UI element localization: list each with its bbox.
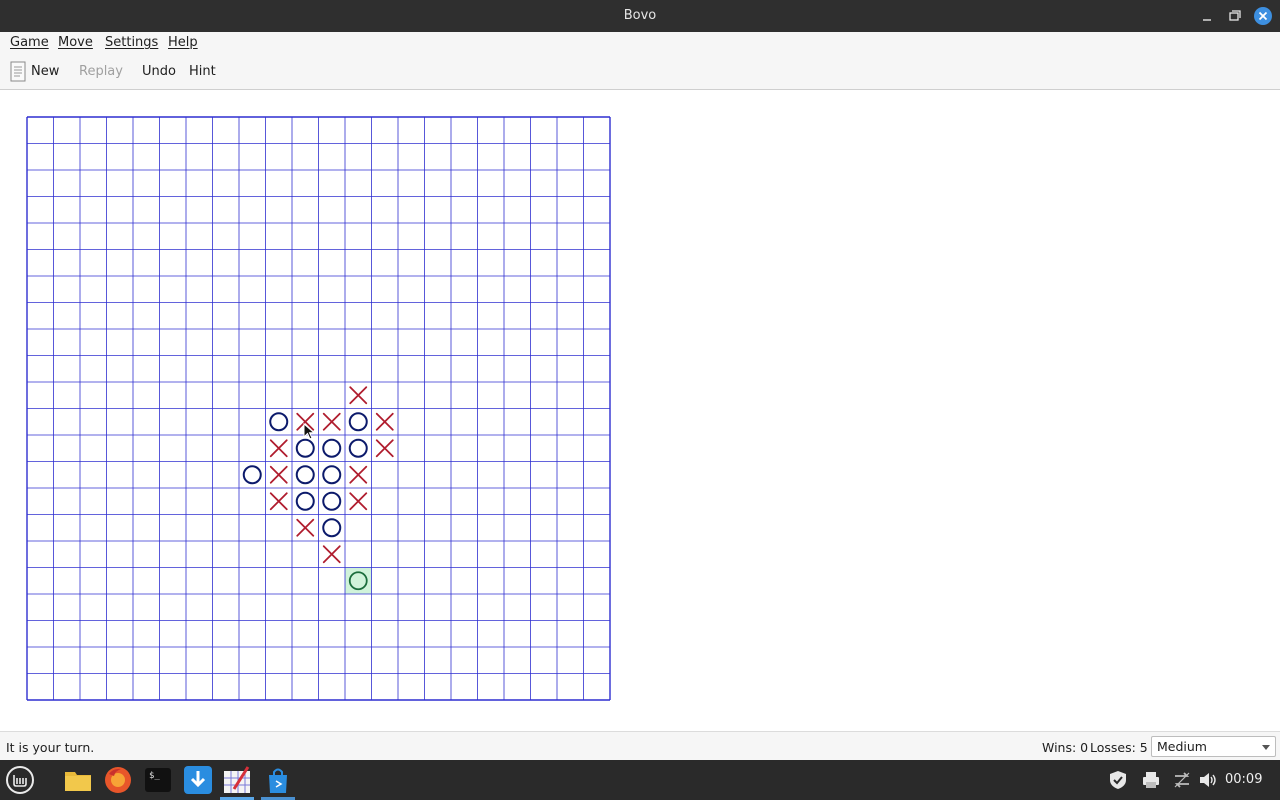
mint-logo-icon (6, 766, 34, 794)
replay-button[interactable]: Replay (79, 64, 123, 79)
x-mark (269, 465, 288, 484)
maximize-button[interactable] (1224, 6, 1244, 26)
network-tray[interactable] (1172, 770, 1192, 790)
difficulty-select[interactable]: Medium (1151, 736, 1276, 757)
taskbar: $_ 00:09 (0, 760, 1280, 800)
x-mark (269, 439, 288, 458)
menu-move[interactable]: Move (58, 35, 93, 50)
terminal-icon: $_ (145, 768, 171, 792)
files-launcher[interactable] (63, 765, 93, 795)
o-mark (322, 518, 342, 538)
mouse-cursor-icon (303, 423, 316, 440)
menu-settings[interactable]: Settings (105, 35, 158, 50)
clock[interactable]: 00:09 (1225, 772, 1262, 787)
x-mark (349, 465, 368, 484)
difficulty-value: Medium (1157, 739, 1207, 754)
o-mark (348, 412, 368, 432)
software-store-launcher[interactable] (263, 765, 293, 795)
firefox-launcher[interactable] (103, 765, 133, 795)
game-area (0, 90, 1280, 731)
wins-count: Wins: 0 (1042, 740, 1089, 755)
download-manager-launcher[interactable] (183, 765, 213, 795)
x-mark (322, 412, 341, 431)
undo-button[interactable]: Undo (142, 64, 176, 79)
title-bar: Bovo (0, 0, 1280, 32)
status-message: It is your turn. (6, 740, 95, 755)
svg-text:$_: $_ (149, 771, 160, 781)
game-board[interactable] (20, 110, 620, 710)
bovo-app-icon (224, 766, 250, 793)
shield-icon (1110, 771, 1126, 789)
hint-button[interactable]: Hint (189, 64, 216, 79)
x-mark (375, 412, 394, 431)
close-icon (1254, 7, 1272, 25)
o-mark (242, 465, 262, 485)
o-mark (295, 465, 315, 485)
new-button[interactable]: New (31, 64, 59, 79)
download-icon (184, 766, 212, 794)
window-title: Bovo (623, 8, 657, 23)
terminal-launcher[interactable]: $_ (143, 765, 173, 795)
menu-help[interactable]: Help (168, 35, 198, 50)
printer-tray[interactable] (1141, 770, 1161, 790)
bovo-taskbar-button[interactable] (222, 765, 252, 795)
menu-game[interactable]: Game (10, 35, 49, 50)
x-mark (375, 439, 394, 458)
firefox-icon (105, 767, 131, 793)
close-button[interactable] (1253, 6, 1273, 26)
status-bar: It is your turn. Wins: 0 Losses: 5 Mediu… (0, 731, 1280, 761)
toolbar: New Replay Undo Hint (0, 54, 1280, 90)
shopping-bag-icon (269, 768, 287, 793)
printer-icon (1143, 772, 1159, 788)
x-mark (322, 545, 341, 564)
o-mark (322, 438, 342, 458)
mint-menu-button[interactable] (5, 765, 35, 795)
o-mark (269, 412, 289, 432)
x-mark (296, 518, 315, 537)
x-mark (349, 492, 368, 511)
o-mark (348, 438, 368, 458)
restore-icon (1229, 10, 1241, 21)
chevron-down-icon (1262, 745, 1270, 750)
network-icon (1174, 772, 1190, 788)
losses-count: Losses: 5 (1090, 740, 1148, 755)
o-mark (295, 438, 315, 458)
o-mark (322, 465, 342, 485)
folder-icon (65, 772, 91, 791)
update-manager-tray[interactable] (1108, 770, 1128, 790)
x-mark (269, 492, 288, 511)
x-mark (349, 386, 368, 405)
minimize-icon (1203, 19, 1211, 21)
minimize-button[interactable] (1197, 6, 1217, 26)
new-game-icon[interactable] (8, 61, 28, 83)
volume-tray[interactable] (1198, 770, 1218, 790)
o-mark (295, 491, 315, 511)
volume-icon (1200, 773, 1216, 787)
menu-bar: Game Move Settings Help (0, 32, 1280, 54)
o-mark (322, 491, 342, 511)
